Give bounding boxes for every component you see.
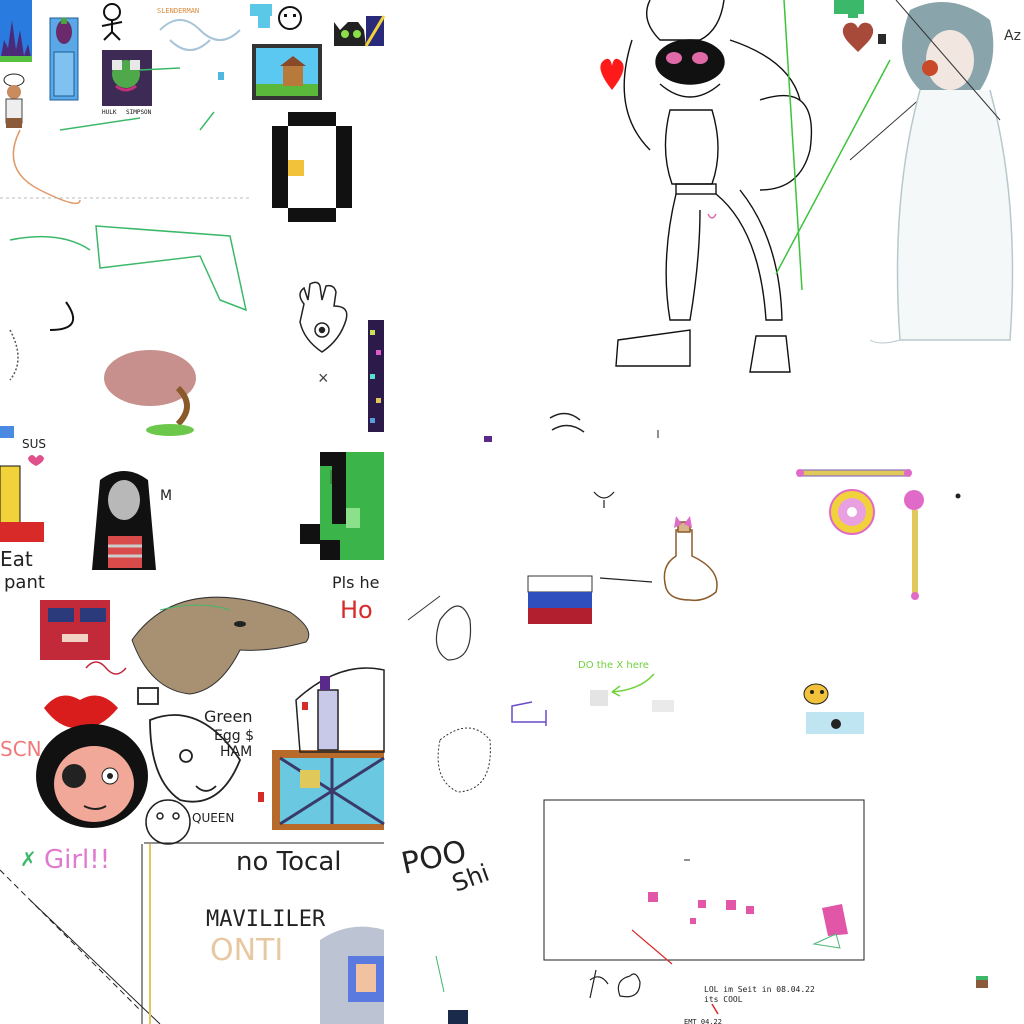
simpson-label: SIMPSON bbox=[126, 109, 152, 116]
heart-icon bbox=[600, 58, 624, 90]
orange-scribble bbox=[12, 129, 81, 205]
m-label: M bbox=[160, 488, 172, 504]
cool-label: its COOL bbox=[704, 995, 743, 1004]
room-doodle bbox=[295, 667, 385, 753]
dark-block bbox=[448, 1010, 468, 1024]
red-pixel-face bbox=[40, 600, 110, 660]
skeleton-figure-icon bbox=[101, 3, 123, 41]
dark-dot bbox=[955, 493, 961, 499]
xo-mark: ✗ bbox=[20, 849, 37, 871]
blue-dot bbox=[218, 72, 224, 80]
x-mark: × bbox=[318, 368, 329, 388]
anime-girl-sketch bbox=[869, 2, 1014, 344]
bee-character-icon bbox=[803, 683, 864, 734]
dark-haired-girl-portrait bbox=[92, 471, 156, 570]
r-o-scribble bbox=[589, 969, 641, 999]
diagonal-line-1 bbox=[0, 869, 141, 1011]
queen-label: QUEEN bbox=[192, 811, 234, 825]
ho-label: Ho bbox=[340, 596, 373, 624]
pant-label: pant bbox=[4, 572, 45, 593]
komodo-lizard-head bbox=[131, 596, 310, 695]
gray-box-1 bbox=[590, 690, 608, 706]
maviliier-label: MAVILILER bbox=[206, 907, 326, 932]
hamsa-hand-icon bbox=[299, 281, 348, 353]
green-gun-scribble bbox=[9, 225, 248, 312]
pink-squares-frame bbox=[543, 799, 865, 965]
potion-bottle-icon bbox=[663, 516, 718, 602]
green-diagonal bbox=[775, 59, 891, 275]
hulk-label: HULK bbox=[102, 109, 117, 116]
magic-wand-icon bbox=[796, 469, 912, 477]
long-green-line bbox=[783, 0, 803, 291]
hulk-simpson-picture bbox=[102, 50, 152, 106]
dark-square-icon bbox=[878, 34, 886, 44]
smiley-face-icon bbox=[278, 6, 302, 30]
scn-label: SCN bbox=[0, 737, 42, 761]
framed-portrait bbox=[320, 926, 384, 1024]
ham-label: HAM bbox=[220, 744, 252, 760]
mushroom-tree-icon bbox=[104, 350, 196, 436]
chef-character-icon bbox=[3, 73, 25, 128]
purple-bracket bbox=[511, 701, 547, 726]
diagonal-line-2 bbox=[29, 899, 161, 1024]
sailor-wand-icon bbox=[904, 490, 924, 600]
smile-doodle bbox=[593, 491, 615, 508]
creeper-face-icon bbox=[300, 452, 384, 560]
lips-icon bbox=[44, 695, 118, 729]
egg-scribble bbox=[435, 605, 472, 661]
line-art-character bbox=[615, 0, 813, 373]
confetti-strip bbox=[368, 320, 384, 432]
lol-label: LOL im Seit in 08.04.22 bbox=[704, 985, 815, 994]
loop-scribble bbox=[9, 329, 19, 381]
tiny-footer-text: EMT 04.22 bbox=[684, 1018, 722, 1024]
collaborative-drawing-canvas[interactable]: HULK SIMPSON SLENDERMAN × SUS Eat pant M… bbox=[0, 0, 1024, 1024]
eat-label: Eat bbox=[0, 547, 33, 571]
compact-mirror-icon bbox=[829, 489, 875, 535]
pls-label: Pls he bbox=[332, 573, 380, 592]
red-mark bbox=[258, 792, 264, 802]
slenderman-label: SLENDERMAN bbox=[157, 7, 199, 15]
green-arrow bbox=[611, 673, 655, 697]
eyepatch-girl-portrait bbox=[36, 724, 148, 828]
house-painting-icon bbox=[252, 44, 322, 100]
no-tocal-label: no Tocal bbox=[236, 847, 341, 877]
stained-glass-window bbox=[272, 750, 385, 830]
girl-label: Girl!! bbox=[44, 845, 110, 875]
yellow-box-character bbox=[0, 465, 44, 542]
heart-pendant-icon bbox=[842, 22, 874, 52]
night-city-painting bbox=[0, 0, 32, 62]
dotted-oval bbox=[437, 727, 491, 793]
blue-cap-icon bbox=[0, 426, 14, 438]
gray-box-2 bbox=[652, 700, 674, 712]
purple-dot bbox=[484, 436, 492, 442]
az-label: Az bbox=[1004, 28, 1021, 44]
onti-label: ONTI bbox=[210, 933, 283, 968]
eggplant-fridge-icon bbox=[49, 17, 79, 101]
eggs-label: Egg $ bbox=[214, 728, 254, 744]
slenderman-scribble bbox=[159, 19, 241, 51]
russian-flag-icon bbox=[527, 575, 593, 624]
small-heart-icon bbox=[28, 455, 44, 466]
pixel-zero-icon bbox=[272, 112, 352, 222]
red-dot bbox=[302, 702, 308, 710]
black-swirl bbox=[49, 301, 75, 331]
red-signature bbox=[85, 661, 127, 675]
queen-face-doodle bbox=[145, 799, 191, 845]
green-label: Green bbox=[204, 707, 252, 726]
sus-label: SUS bbox=[22, 437, 46, 451]
flag-pole-line bbox=[599, 577, 653, 583]
do-the-x-label: DO the X here bbox=[578, 660, 649, 671]
pixel-teal-blocks bbox=[250, 4, 272, 28]
green-cat-icon bbox=[334, 22, 366, 46]
wave-scribble bbox=[549, 412, 585, 433]
